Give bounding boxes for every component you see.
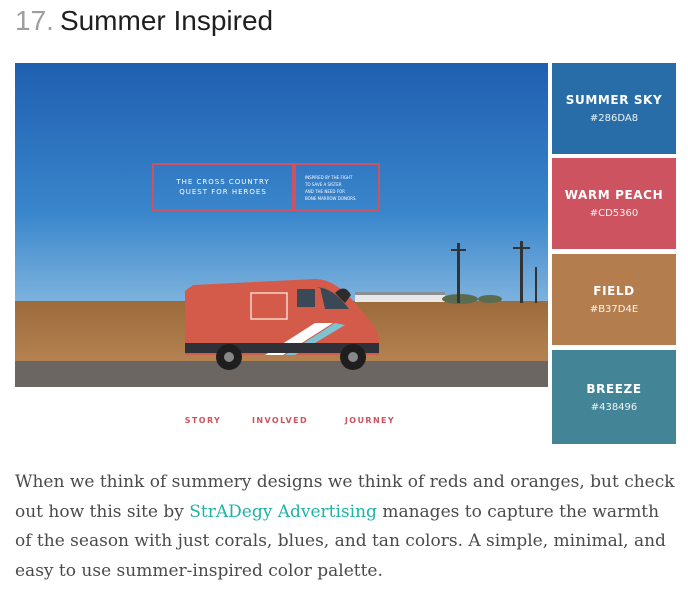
swatch-name: BREEZE	[586, 381, 642, 396]
swatch-hex: #CD5360	[589, 208, 639, 219]
nav-story[interactable]: STORY	[185, 416, 222, 425]
swatch-hex: #B37D4E	[589, 304, 639, 315]
heading-number: 17.	[15, 5, 54, 36]
stradegy-advertising-link[interactable]: StrADegy Advertising	[189, 502, 377, 522]
nav-involved[interactable]: INVOLVED	[252, 416, 308, 425]
sign-right-line3: AND THE NEED FOR	[305, 189, 345, 194]
sky	[15, 63, 548, 313]
swatch-summer-sky: SUMMER SKY #286DA8	[552, 63, 676, 154]
swatch-warm-peach: WARM PEACH #CD5360	[552, 158, 676, 249]
swatch-breeze: BREEZE #438496	[552, 350, 676, 444]
swatch-hex: #438496	[590, 401, 638, 413]
road	[15, 361, 548, 387]
swatch-field: FIELD #B37D4E	[552, 254, 676, 345]
article-heading: 17. Summer Inspired	[15, 2, 273, 40]
swatch-name: FIELD	[593, 284, 635, 298]
description-paragraph: When we think of summery designs we thin…	[15, 468, 675, 586]
hero-image: THE CROSS COUNTRY QUEST FOR HEROES INSPI…	[15, 63, 548, 444]
sign-right-line4: BONE MARROW DONORS.	[305, 196, 357, 201]
sign-left-line1: THE CROSS COUNTRY	[175, 178, 269, 186]
sign-left-line2: QUEST FOR HEROES	[179, 188, 267, 196]
sign-right-line2: TO SAVE A SISTER	[304, 182, 342, 187]
nav-journey[interactable]: JOURNEY	[344, 416, 395, 425]
swatch-name: WARM PEACH	[564, 188, 664, 202]
sign-right-line1: INSPIRED BY THE FIGHT	[305, 175, 353, 180]
heading-title: Summer Inspired	[59, 5, 274, 36]
swatch-name: SUMMER SKY	[565, 93, 663, 107]
swatch-hex: #286DA8	[589, 113, 639, 124]
